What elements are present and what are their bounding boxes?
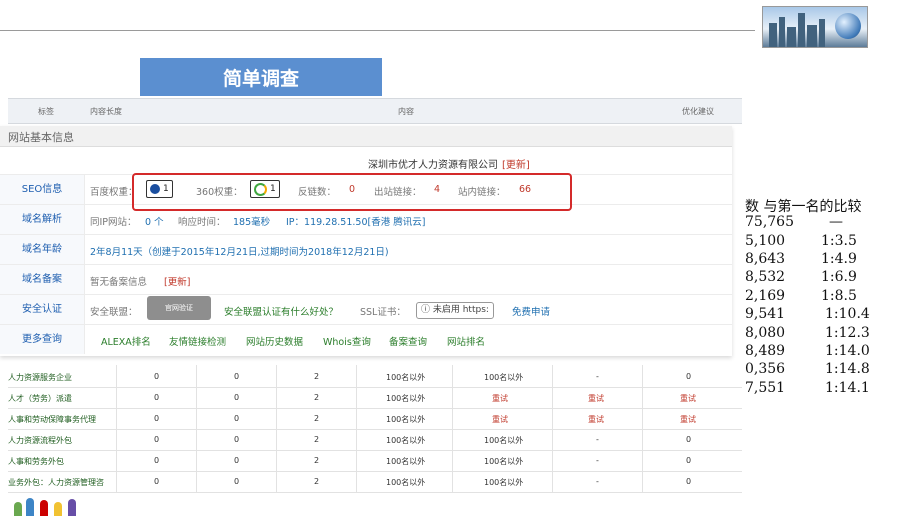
alliance-info-link[interactable]: 安全联盟认证有什么好处？ bbox=[224, 304, 338, 318]
table-row: 人事和劳动保障事务代理 0 0 2 100名以外 重试 重试 重试 bbox=[8, 408, 742, 430]
comparison-row: 8,532 1:6.9 bbox=[745, 269, 857, 285]
domain-age-row: 域名年龄 2年8月11天（创建于2015年12月21日,过期时间为2018年12… bbox=[0, 234, 732, 264]
comparison-row: 0,356 1:14.8 bbox=[745, 361, 870, 377]
table-header: 标签 内容长度 内容 优化建议 bbox=[8, 98, 742, 124]
comparison-row: 8,489 1:14.0 bbox=[745, 343, 870, 359]
table-row: 业务外包：人力资源管理咨 0 0 2 100名以外 100名以外 - 0 bbox=[8, 471, 742, 493]
ssl-apply-link[interactable]: 免费申请 bbox=[512, 304, 550, 318]
table-row: 人才（劳务）派遣 0 0 2 100名以外 重试 重试 重试 bbox=[8, 387, 742, 409]
table-divider bbox=[196, 365, 197, 492]
comparison-row: 7,551 1:14.1 bbox=[745, 380, 870, 396]
table-divider bbox=[452, 365, 453, 492]
table-divider bbox=[276, 365, 277, 492]
verified-seal-badge[interactable]: 官网验证 bbox=[147, 296, 211, 320]
comparison-row: 8,643 1:4.9 bbox=[745, 251, 857, 267]
table-divider bbox=[116, 365, 117, 492]
icp-update-link[interactable]: [更新] bbox=[164, 274, 190, 288]
https-status-button[interactable]: ⓘ 未启用 https: bbox=[416, 302, 494, 319]
seo-label: SEO信息 bbox=[0, 175, 85, 204]
comparison-row: 2,169 1:8.5 bbox=[745, 288, 857, 304]
top-divider bbox=[0, 30, 755, 31]
globe-icon bbox=[835, 13, 861, 39]
icp-query-link[interactable]: 备案查询 bbox=[389, 334, 427, 348]
table-divider bbox=[356, 365, 357, 492]
more-queries-row: 更多查询 ALEXA排名 友情链接检测 网站历史数据 Whois查询 备案查询 … bbox=[0, 324, 732, 354]
table-divider bbox=[642, 365, 643, 492]
comparison-header: 数 与第一名的比较 bbox=[745, 199, 862, 215]
company-name: 深圳市优才人力资源有限公司 [更新] bbox=[368, 160, 530, 171]
whois-link[interactable]: Whois查询 bbox=[323, 334, 371, 348]
card-title: 网站基本信息 bbox=[8, 131, 74, 144]
table-row: 人力资源流程外包 0 0 2 100名以外 100名以外 - 0 bbox=[8, 429, 742, 451]
same-ip-link[interactable]: 0 个 bbox=[145, 214, 164, 228]
friend-link-check[interactable]: 友情链接检测 bbox=[169, 334, 226, 348]
update-link[interactable]: [更新] bbox=[502, 160, 530, 171]
comparison-row: 5,100 1:3.5 bbox=[745, 233, 857, 249]
comparison-row: 9,541 1:10.4 bbox=[745, 306, 870, 322]
people-graphic bbox=[10, 494, 85, 516]
comparison-row: 8,080 1:12.3 bbox=[745, 325, 870, 341]
alexa-link[interactable]: ALEXA排名 bbox=[101, 334, 151, 348]
table-row: 人事和劳务外包 0 0 2 100名以外 100名以外 - 0 bbox=[8, 450, 742, 472]
comparison-row: 75,765— bbox=[745, 214, 843, 230]
seo-highlight-box bbox=[132, 173, 572, 211]
ip-link[interactable]: IP：119.28.51.50[香港 腾讯云] bbox=[286, 214, 425, 228]
table-row: 人力资源服务企业 0 0 2 100名以外 100名以外 - 0 bbox=[8, 366, 742, 388]
site-rank-link[interactable]: 网站排名 bbox=[447, 334, 485, 348]
city-logo-image bbox=[762, 6, 868, 48]
security-row: 安全认证 安全联盟： 安全联盟认证有什么好处？ SSL证书： 免费申请 bbox=[0, 294, 732, 324]
card-header: 网站基本信息 bbox=[0, 126, 732, 147]
slide-title: 简单调查 bbox=[140, 58, 382, 96]
icp-row: 域名备案 暂无备案信息 [更新] bbox=[0, 264, 732, 294]
history-data-link[interactable]: 网站历史数据 bbox=[246, 334, 303, 348]
site-info-card: 网站基本信息 深圳市优才人力资源有限公司 [更新] SEO信息 百度权重： 1 3… bbox=[0, 126, 732, 356]
table-divider bbox=[552, 365, 553, 492]
